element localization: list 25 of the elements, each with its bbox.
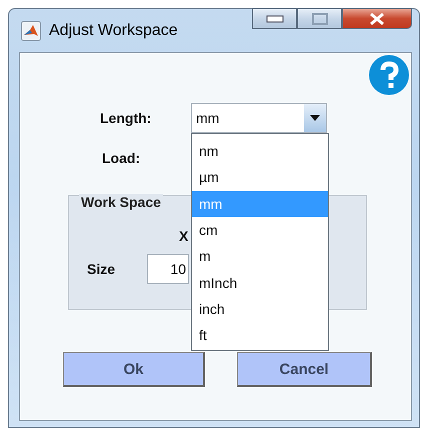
app-logo-icon — [21, 20, 41, 40]
dropdown-option[interactable]: nm — [192, 138, 328, 164]
size-field[interactable]: 10 — [147, 254, 189, 284]
close-icon — [369, 12, 385, 24]
load-label: Load: — [102, 150, 142, 166]
size-label: Size — [87, 261, 116, 277]
dropdown-option[interactable]: inch — [192, 296, 328, 322]
close-button[interactable] — [342, 8, 412, 29]
dropdown-option[interactable]: µm — [192, 164, 328, 191]
window-title: Adjust Workspace — [49, 22, 179, 40]
dropdown-option[interactable]: cm — [192, 216, 328, 244]
group-title: Work Space — [79, 194, 163, 210]
dropdown-option[interactable]: ft — [192, 322, 328, 348]
dropdown-option[interactable]: m — [192, 243, 328, 270]
ok-button[interactable]: Ok — [63, 352, 205, 387]
column-header: X — [179, 228, 188, 244]
minimize-button[interactable] — [252, 8, 297, 29]
help-icon[interactable] — [369, 55, 409, 95]
dropdown-option[interactable]: mInch — [192, 269, 328, 296]
length-label: Length: — [100, 110, 152, 126]
cancel-button[interactable]: Cancel — [237, 352, 372, 387]
caret-icon — [310, 115, 320, 121]
maximize-button[interactable] — [297, 8, 342, 29]
minimize-icon — [266, 14, 284, 22]
maximize-icon — [312, 12, 328, 24]
